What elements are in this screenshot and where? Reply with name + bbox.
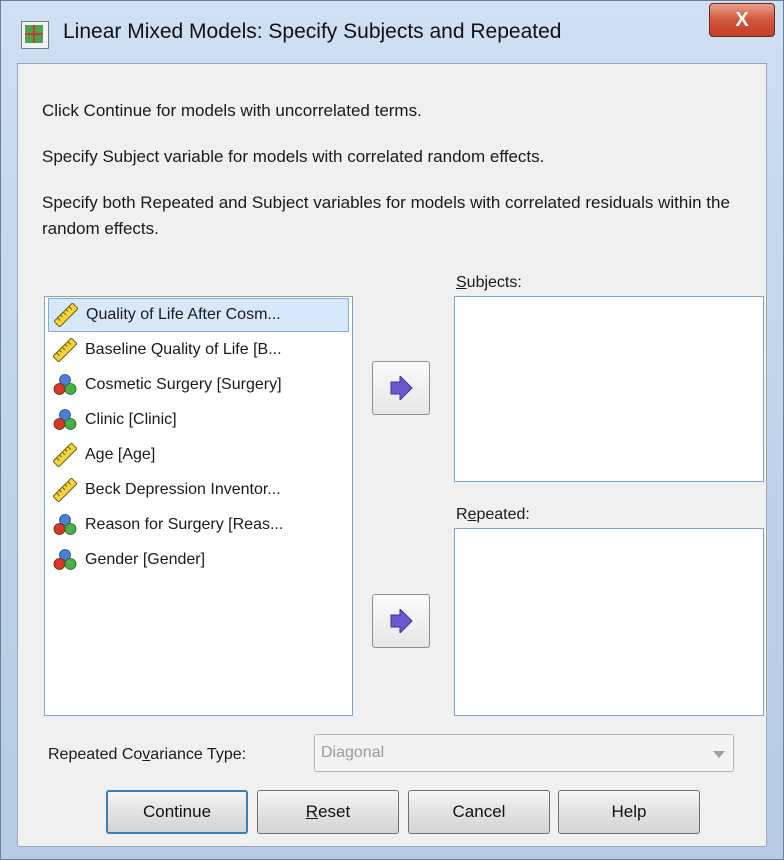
- window-title: Linear Mixed Models: Specify Subjects an…: [63, 20, 562, 43]
- move-to-repeated-button[interactable]: [372, 594, 430, 648]
- scale-icon: [53, 478, 77, 502]
- instruction-repeated: Specify both Repeated and Subject variab…: [42, 193, 730, 238]
- variable-list-item[interactable]: Cosmetic Surgery [Surgery]: [48, 368, 349, 402]
- repeated-label: Repeated:: [456, 506, 530, 523]
- covariance-type-value: Diagonal: [321, 744, 385, 761]
- variable-label: Reason for Surgery [Reas...: [85, 516, 284, 533]
- nominal-icon: [53, 409, 77, 430]
- continue-button[interactable]: Continue: [106, 790, 248, 834]
- scale-icon: [53, 443, 77, 467]
- dialog-window: Linear Mixed Models: Specify Subjects an…: [0, 0, 784, 860]
- dialog-body: Click Continue for models with uncorrela…: [17, 63, 767, 847]
- right-arrow-icon: [390, 609, 413, 633]
- repeated-list[interactable]: [454, 528, 764, 716]
- variable-label: Baseline Quality of Life [B...: [85, 341, 282, 358]
- nominal-icon: [53, 549, 77, 570]
- variable-list-item[interactable]: Baseline Quality of Life [B...: [48, 333, 349, 367]
- nominal-icon: [53, 514, 77, 535]
- variable-list-item[interactable]: Gender [Gender]: [48, 543, 349, 577]
- instruction-uncorrelated: Click Continue for models with uncorrela…: [42, 101, 422, 120]
- help-button[interactable]: Help: [558, 790, 700, 834]
- covariance-type-label: Repeated Covariance Type:: [48, 746, 247, 763]
- variable-list-item[interactable]: Beck Depression Inventor...: [48, 473, 349, 507]
- move-to-subjects-button[interactable]: [372, 361, 430, 415]
- scale-icon: [54, 303, 78, 327]
- reset-button[interactable]: Reset: [257, 790, 399, 834]
- spss-app-icon: [21, 21, 49, 49]
- variable-label: Cosmetic Surgery [Surgery]: [85, 376, 282, 393]
- right-arrow-icon: [390, 376, 413, 400]
- subjects-label: Subjects:: [456, 274, 522, 291]
- chevron-down-icon: [713, 751, 725, 758]
- variable-list-item[interactable]: Reason for Surgery [Reas...: [48, 508, 349, 542]
- variable-list-item[interactable]: Age [Age]: [48, 438, 349, 472]
- variable-label: Clinic [Clinic]: [85, 411, 177, 428]
- variable-list-item[interactable]: Quality of Life After Cosm...: [48, 298, 349, 332]
- title-bar: Linear Mixed Models: Specify Subjects an…: [1, 1, 783, 63]
- subjects-list[interactable]: [454, 296, 764, 482]
- scale-icon: [53, 338, 77, 362]
- close-button[interactable]: X: [709, 3, 775, 37]
- variable-label: Quality of Life After Cosm...: [86, 306, 281, 323]
- variable-label: Age [Age]: [85, 446, 156, 463]
- instruction-subject: Specify Subject variable for models with…: [42, 147, 545, 166]
- variable-list[interactable]: Quality of Life After Cosm... Baseline Qu…: [44, 296, 353, 716]
- covariance-type-select[interactable]: Diagonal: [314, 734, 734, 772]
- nominal-icon: [53, 374, 77, 395]
- variable-label: Gender [Gender]: [85, 551, 206, 568]
- cancel-button[interactable]: Cancel: [408, 790, 550, 834]
- variable-list-item[interactable]: Clinic [Clinic]: [48, 403, 349, 437]
- variable-label: Beck Depression Inventor...: [85, 481, 281, 498]
